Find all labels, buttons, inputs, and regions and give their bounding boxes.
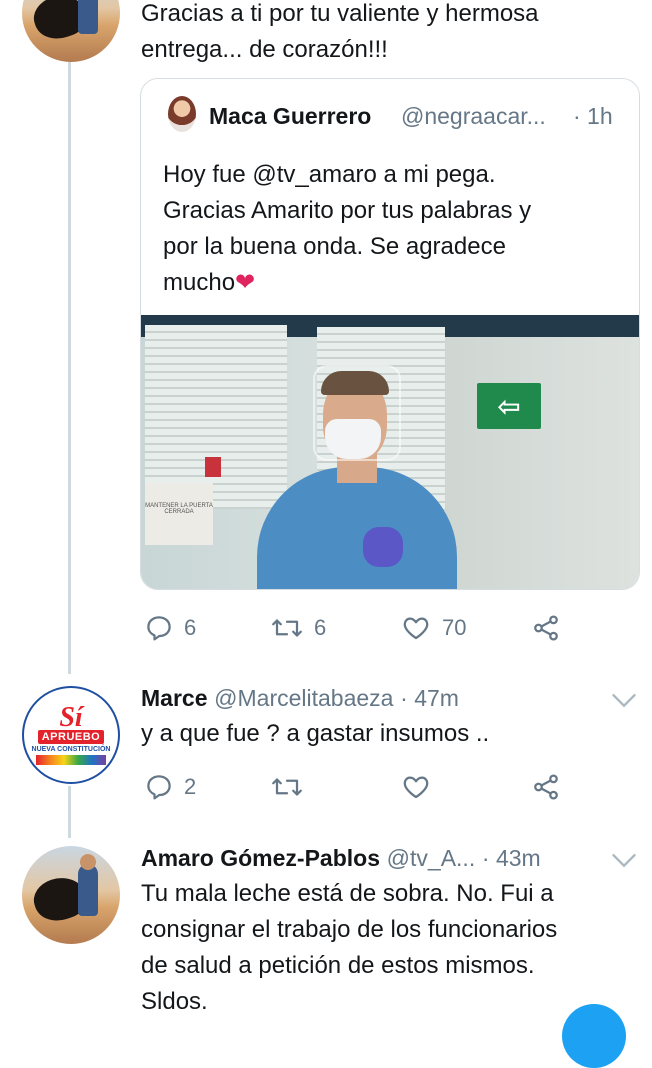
avatar-logo-si: Sí — [59, 701, 83, 733]
reply-button[interactable]: 6 — [144, 613, 196, 643]
tweet1-text-line-1: Gracias a ti por tu valiente y hermosa — [141, 0, 539, 27]
quoted-text-line-2: Gracias Amarito por tus palabras y — [163, 197, 532, 224]
tweet2-timestamp: · 47m — [400, 685, 459, 711]
compose-fab-button[interactable] — [562, 1004, 626, 1068]
tweet2-retweet-button[interactable] — [270, 772, 304, 802]
quoted-text-mucho: mucho — [163, 269, 236, 296]
quoted-text-line-4: mucho❤ — [163, 265, 255, 301]
avatar-logo-word: APRUEBO — [37, 729, 105, 744]
tweet2-reply-count: 2 — [184, 774, 197, 799]
tweet3-timestamp: · 43m — [481, 845, 541, 871]
quoted-text-line-3: por la buena onda. Se agradece — [163, 233, 506, 260]
avatar-amaro-top[interactable] — [22, 0, 120, 62]
reply-icon — [147, 775, 171, 800]
retweet-button[interactable]: 6 — [270, 613, 326, 643]
tweet3-text-line-4: Sldos. — [141, 988, 208, 1015]
tweet2-reply-button[interactable]: 2 — [144, 772, 196, 802]
share-icon — [534, 615, 558, 641]
tweet3-author-handle[interactable]: @tv_A... — [387, 845, 476, 871]
avatar-logo-sub: NUEVA CONSTITUCIÓN — [31, 745, 111, 753]
like-icon — [403, 617, 429, 640]
thread-line-top — [68, 62, 71, 674]
tweet2-like-button[interactable] — [400, 772, 432, 802]
retweet-icon — [272, 778, 302, 796]
quoted-author-name[interactable]: Maca Guerrero — [209, 103, 371, 130]
photo-doctor-glove — [363, 527, 403, 567]
like-count: 70 — [442, 615, 467, 640]
tweet3-text-line-2: consignar el trabajo de los funcionarios — [141, 916, 558, 943]
quoted-tweet-card[interactable]: Maca Guerrero @negraacar... · 1h Hoy fue… — [140, 78, 640, 590]
tweet2-text: y a que fue ? a gastar insumos .. — [141, 720, 490, 747]
reply-count: 6 — [184, 615, 197, 640]
share-icon — [534, 774, 558, 800]
tweet1-text-line-2: entrega... de corazón!!! — [141, 36, 388, 63]
tweet3-chevron-down-icon[interactable] — [610, 850, 638, 872]
quoted-photo[interactable]: MANTENER LA PUERTA CERRADA ⇦ — [141, 315, 639, 589]
quoted-avatar[interactable] — [168, 96, 196, 132]
retweet-icon — [272, 619, 302, 637]
tweet2-header: Marce @Marcelitabaeza · 47m — [141, 680, 459, 717]
like-icon — [403, 776, 429, 799]
reply-icon — [147, 616, 171, 641]
photo-window-blind-left — [145, 325, 287, 509]
tweet3-text-line-1: Tu mala leche está de sobra. No. Fui a — [141, 880, 554, 907]
quoted-text-line-1: Hoy fue @tv_amaro a mi pega. — [163, 161, 496, 188]
tweet2-share-button[interactable] — [530, 772, 562, 802]
share-button[interactable] — [530, 613, 562, 643]
like-button[interactable]: 70 — [400, 613, 466, 643]
avatar-logo-rainbow — [36, 754, 106, 765]
thread-line-middle — [68, 786, 71, 838]
avatar-amaro[interactable] — [22, 846, 120, 944]
quoted-timestamp: · 1h — [573, 103, 613, 129]
retweet-count: 6 — [314, 615, 327, 640]
photo-exit-sign-icon: ⇦ — [477, 383, 541, 429]
tweet2-author-name[interactable]: Marce — [141, 685, 207, 711]
tweet2-chevron-down-icon[interactable] — [610, 690, 638, 712]
tweet2-author-handle[interactable]: @Marcelitabaeza — [214, 685, 393, 711]
heart-emoji-icon: ❤ — [235, 269, 256, 296]
quoted-author-handle[interactable]: @negraacar... — [401, 103, 546, 130]
avatar-marce[interactable]: Sí APRUEBO NUEVA CONSTITUCIÓN — [22, 686, 120, 784]
photo-door-note: MANTENER LA PUERTA CERRADA — [145, 483, 213, 545]
photo-red-box — [205, 457, 221, 477]
tweet3-author-name[interactable]: Amaro Gómez-Pablos — [141, 845, 380, 871]
photo-face-shield — [313, 365, 401, 461]
tweet3-header: Amaro Gómez-Pablos @tv_A... · 43m — [141, 840, 541, 877]
tweet3-text-line-3: de salud a petición de estos mismos. — [141, 952, 535, 979]
